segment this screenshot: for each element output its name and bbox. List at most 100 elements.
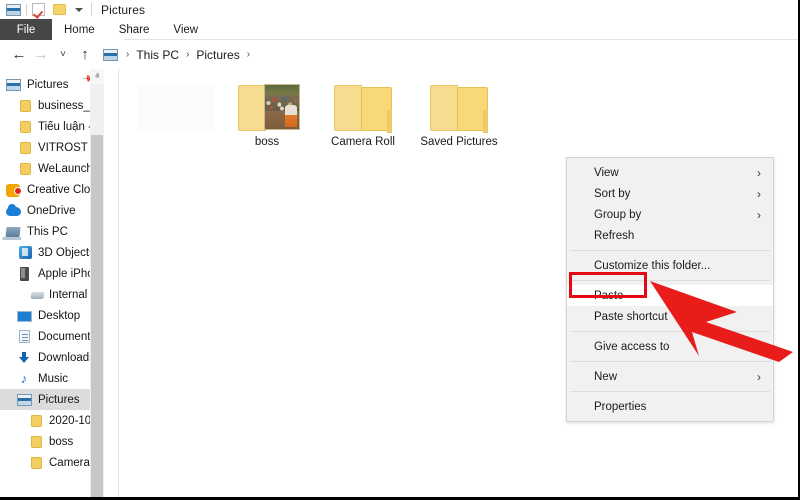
folder-thumbnail: [264, 84, 300, 130]
sidebar-item-label: Documents: [38, 330, 97, 343]
forward-button[interactable]: →: [30, 47, 52, 62]
menu-item-customize-this-folder[interactable]: Customize this folder...: [567, 255, 773, 276]
navigation-scrollbar[interactable]: ⱏ: [90, 69, 104, 500]
3d-objects-icon: [17, 245, 33, 260]
downloads-icon: [17, 351, 33, 365]
window-title: Pictures: [101, 2, 146, 17]
chevron-right-icon: ›: [757, 165, 761, 180]
desktop-icon: [17, 309, 33, 323]
folder-item-saved-pictures[interactable]: Saved Pictures: [411, 81, 507, 148]
menu-item-sort-by[interactable]: Sort by ›: [567, 183, 773, 204]
sidebar-item-label: 3D Objects: [38, 246, 95, 259]
folder-icon-with-thumbnail: [238, 81, 300, 131]
documents-icon: [17, 329, 33, 344]
sidebar-item-label: 2020-10: [49, 414, 92, 427]
menu-item-label: Paste shortcut: [594, 310, 668, 323]
folder-icon: [28, 414, 44, 428]
folder-icon: [28, 435, 44, 449]
sidebar-item-downloads[interactable]: Downloads: [0, 347, 104, 368]
scroll-up-icon[interactable]: ⱏ: [90, 69, 104, 84]
folder-item-boss[interactable]: boss: [219, 81, 315, 148]
chevron-down-icon[interactable]: [75, 7, 83, 12]
menu-item-view[interactable]: View ›: [567, 162, 773, 183]
breadcrumb-separator[interactable]: ›: [243, 49, 254, 60]
title-bar: Pictures: [0, 0, 800, 19]
chevron-right-icon: ›: [757, 207, 761, 222]
chevron-right-icon: ›: [757, 339, 761, 354]
menu-item-refresh[interactable]: Refresh: [567, 225, 773, 246]
navigation-pane: Pictures📌business_powTiếu luận - BảVITRO…: [0, 69, 104, 500]
sidebar-item-business-pow[interactable]: business_pow: [0, 95, 104, 116]
breadcrumb-this-pc[interactable]: This PC: [133, 48, 182, 62]
onedrive-icon: [6, 203, 22, 218]
menu-item-label: Customize this folder...: [594, 259, 711, 272]
new-folder-icon[interactable]: [53, 4, 66, 15]
menu-item-new[interactable]: New ›: [567, 366, 773, 387]
sidebar-item-vitrost-ppt[interactable]: VITROST PPT: [0, 137, 104, 158]
menu-item-label: Sort by: [594, 187, 631, 200]
folder-icon: [430, 81, 488, 133]
sidebar-item-3d-objects[interactable]: 3D Objects: [0, 242, 104, 263]
folder-icon: [334, 81, 392, 133]
breadcrumb-separator: ›: [126, 49, 130, 60]
menu-separator: [570, 250, 770, 251]
tab-home[interactable]: Home: [52, 19, 107, 40]
breadcrumb-explorer-icon: [103, 48, 118, 61]
sidebar-item-documents[interactable]: Documents: [0, 326, 104, 347]
breadcrumb-pictures[interactable]: Pictures: [193, 48, 242, 62]
explorer-icon[interactable]: [6, 3, 21, 16]
folder-item-camera-roll[interactable]: Camera Roll: [315, 81, 411, 148]
context-menu[interactable]: View › Sort by › Group by › Refresh Customize t…: [566, 157, 774, 422]
menu-item-properties[interactable]: Properties: [567, 396, 773, 417]
drive-icon: [28, 288, 45, 302]
file-explorer-window: Pictures File Home Share View ← → ˅ ↑ › …: [0, 0, 800, 500]
menu-item-give-access-to[interactable]: Give access to ›: [567, 336, 773, 357]
tab-file[interactable]: File: [0, 19, 52, 40]
recent-locations-button[interactable]: ˅: [52, 49, 74, 60]
folder-label: Saved Pictures: [420, 136, 498, 148]
creative-cloud-icon: [6, 183, 22, 197]
folder-icon: [17, 99, 33, 113]
sidebar-item-music[interactable]: ♪ Music: [0, 368, 104, 389]
sidebar-item-2020-10[interactable]: 2020-10: [0, 410, 104, 431]
sidebar-item-pictures[interactable]: Pictures: [0, 389, 104, 410]
toolbar-divider: [26, 3, 27, 16]
sidebar-item-label: Pictures: [38, 393, 80, 406]
ribbon-tabs: File Home Share View: [0, 19, 800, 40]
menu-separator: [570, 361, 770, 362]
back-button[interactable]: ←: [8, 47, 30, 62]
menu-separator: [570, 280, 770, 281]
sidebar-item-pictures[interactable]: Pictures📌: [0, 71, 104, 95]
sidebar-item-welaunch-d[interactable]: WeLaunch_D: [0, 158, 104, 179]
sidebar-item-label: This PC: [27, 225, 68, 238]
music-icon: ♪: [20, 370, 28, 386]
sidebar-item-this-pc[interactable]: This PC: [0, 221, 104, 242]
menu-item-group-by[interactable]: Group by ›: [567, 204, 773, 225]
sidebar-item-desktop[interactable]: Desktop: [0, 305, 104, 326]
menu-separator: [570, 331, 770, 332]
sidebar-item-internal-sto[interactable]: Internal Sto: [0, 284, 104, 305]
sidebar-item-camera-rol[interactable]: Camera Rol: [0, 452, 104, 473]
breadcrumb[interactable]: › This PC › Pictures ›: [103, 44, 800, 65]
sidebar-item-label: boss: [49, 435, 74, 448]
tab-share[interactable]: Share: [107, 19, 162, 40]
folder-icon: [17, 162, 33, 176]
sidebar-item-apple-iphone[interactable]: Apple iPhone: [0, 263, 104, 284]
menu-item-label: Paste: [594, 289, 624, 302]
sidebar-item-boss[interactable]: boss: [0, 431, 104, 452]
menu-item-paste-shortcut[interactable]: Paste shortcut: [567, 306, 773, 327]
up-button[interactable]: ↑: [74, 47, 96, 62]
sidebar-item-ti-u-lu-n-b[interactable]: Tiếu luận - Bả: [0, 116, 104, 137]
scrollbar-thumb[interactable]: [91, 135, 103, 500]
sidebar-item-onedrive[interactable]: OneDrive: [0, 200, 104, 221]
menu-separator: [570, 391, 770, 392]
sidebar-item-label: Pictures: [27, 78, 69, 91]
menu-item-paste[interactable]: Paste: [567, 285, 773, 306]
navigation-tree: Pictures📌business_powTiếu luận - BảVITRO…: [0, 69, 104, 473]
properties-icon[interactable]: [32, 3, 45, 16]
sidebar-item-creative-cloud[interactable]: Creative Cloud: [0, 179, 104, 200]
menu-item-label: Properties: [594, 400, 647, 413]
chevron-right-icon: ›: [757, 186, 761, 201]
folder-icon: [28, 456, 44, 470]
tab-view[interactable]: View: [161, 19, 210, 40]
